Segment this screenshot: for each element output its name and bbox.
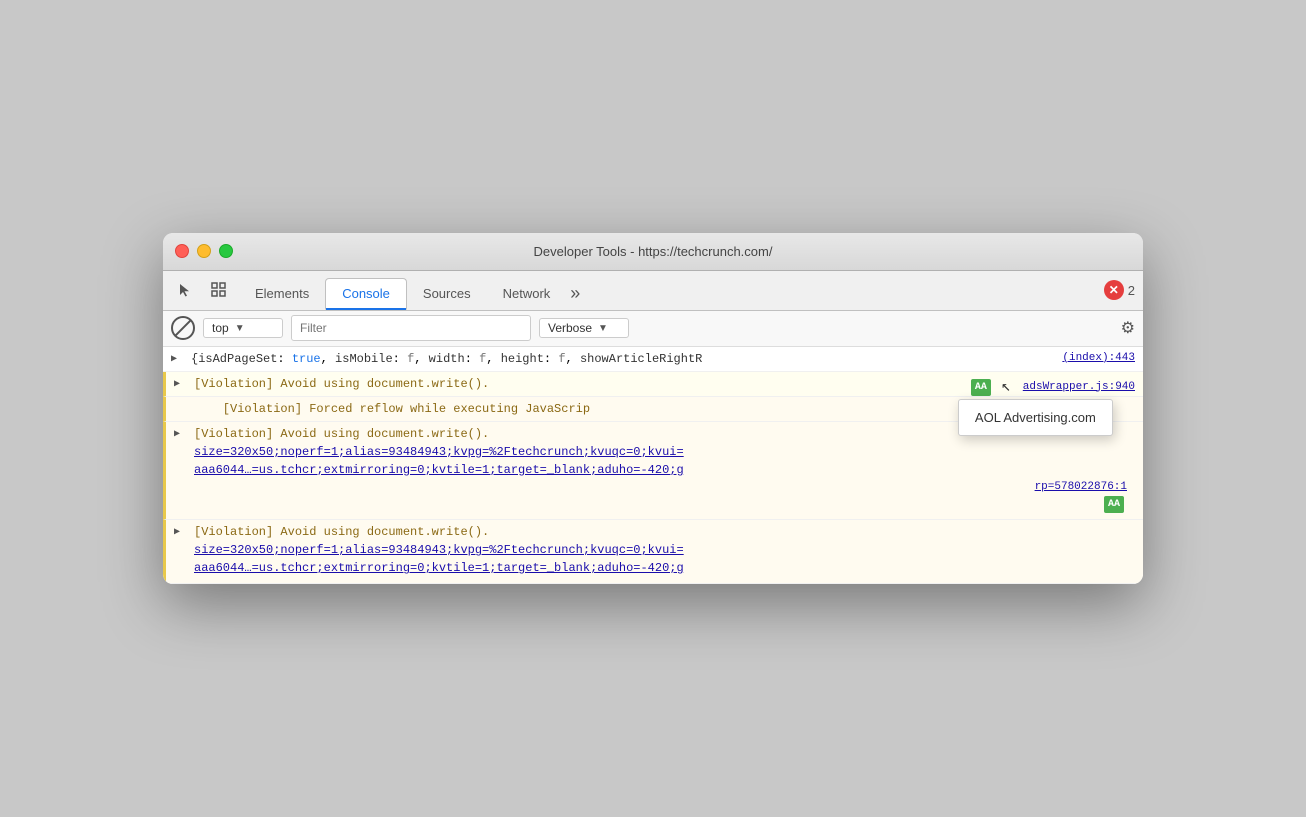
maximize-button[interactable]: [219, 244, 233, 258]
close-button[interactable]: [175, 244, 189, 258]
tab-network[interactable]: Network: [487, 278, 567, 310]
tab-elements[interactable]: Elements: [239, 278, 325, 310]
line-ref-4[interactable]: rp=578022876:1: [194, 479, 1135, 496]
cursor-tool-icon[interactable]: [171, 276, 199, 304]
toggle-arrow-2[interactable]: ▶: [174, 377, 180, 392]
devtools-window: Developer Tools - https://techcrunch.com…: [163, 233, 1143, 585]
tab-sources[interactable]: Sources: [407, 278, 487, 310]
console-line-5: ▶ [Violation] Avoid using document.write…: [163, 520, 1143, 584]
toggle-arrow-4[interactable]: ▶: [174, 427, 180, 442]
context-selector[interactable]: top ▼: [203, 318, 283, 338]
error-badge: ✕ 2: [1104, 280, 1135, 300]
minimize-button[interactable]: [197, 244, 211, 258]
clear-console-button[interactable]: [171, 316, 195, 340]
tab-bar: Elements Console Sources Network »: [239, 271, 1098, 310]
url-line-4b[interactable]: aaa6044…=us.tchcr;extmirroring=0;kvtile=…: [194, 463, 684, 477]
verbose-chevron-icon: ▼: [598, 323, 608, 334]
toggle-arrow-5[interactable]: ▶: [174, 525, 180, 540]
console-content: ▶ (index):443 {isAdPageSet: true, isMobi…: [163, 347, 1143, 585]
inspect-icon[interactable]: [205, 276, 233, 304]
window-title: Developer Tools - https://techcrunch.com…: [534, 244, 773, 259]
error-icon: ✕: [1104, 280, 1124, 300]
context-chevron-icon: ▼: [235, 323, 245, 334]
line-ref-1[interactable]: (index):443: [1062, 350, 1135, 367]
line-ref-2[interactable]: adsWrapper.js:940: [1023, 379, 1135, 396]
tab-console[interactable]: Console: [325, 278, 407, 310]
filter-input[interactable]: [291, 315, 531, 341]
verbose-selector[interactable]: Verbose ▼: [539, 318, 629, 338]
aa-badge-2: AA: [971, 379, 991, 396]
settings-icon[interactable]: ⚙: [1121, 318, 1135, 338]
toggle-arrow-1[interactable]: ▶: [171, 352, 177, 367]
url-line-4a[interactable]: size=320x50;noperf=1;alias=93484943;kvpg…: [194, 445, 684, 459]
tab-toolbar: Elements Console Sources Network » ✕ 2: [163, 271, 1143, 311]
aa-badge-wrapper-2[interactable]: AA ↖ AOL Advertising.com: [968, 375, 1011, 399]
console-line-1: ▶ (index):443 {isAdPageSet: true, isMobi…: [163, 347, 1143, 372]
console-line-2: ▶ [Violation] Avoid using document.write…: [163, 372, 1143, 397]
url-line-5a[interactable]: size=320x50;noperf=1;alias=93484943;kvpg…: [194, 543, 684, 557]
verbose-label: Verbose: [548, 321, 592, 335]
url-line-5b[interactable]: aaa6044…=us.tchcr;extmirroring=0;kvtile=…: [194, 561, 684, 575]
tooltip-2: AOL Advertising.com: [958, 399, 1113, 437]
error-count: 2: [1128, 283, 1135, 298]
context-label: top: [212, 321, 229, 335]
console-toolbar: top ▼ Verbose ▼ ⚙: [163, 311, 1143, 347]
title-bar: Developer Tools - https://techcrunch.com…: [163, 233, 1143, 271]
toolbar-right: ✕ 2: [1104, 280, 1135, 300]
traffic-lights: [175, 244, 233, 258]
more-tabs-button[interactable]: »: [566, 278, 584, 310]
aa-badge-4: AA: [1104, 496, 1124, 513]
console-line-4: ▶ [Violation] Avoid using document.write…: [163, 422, 1143, 521]
